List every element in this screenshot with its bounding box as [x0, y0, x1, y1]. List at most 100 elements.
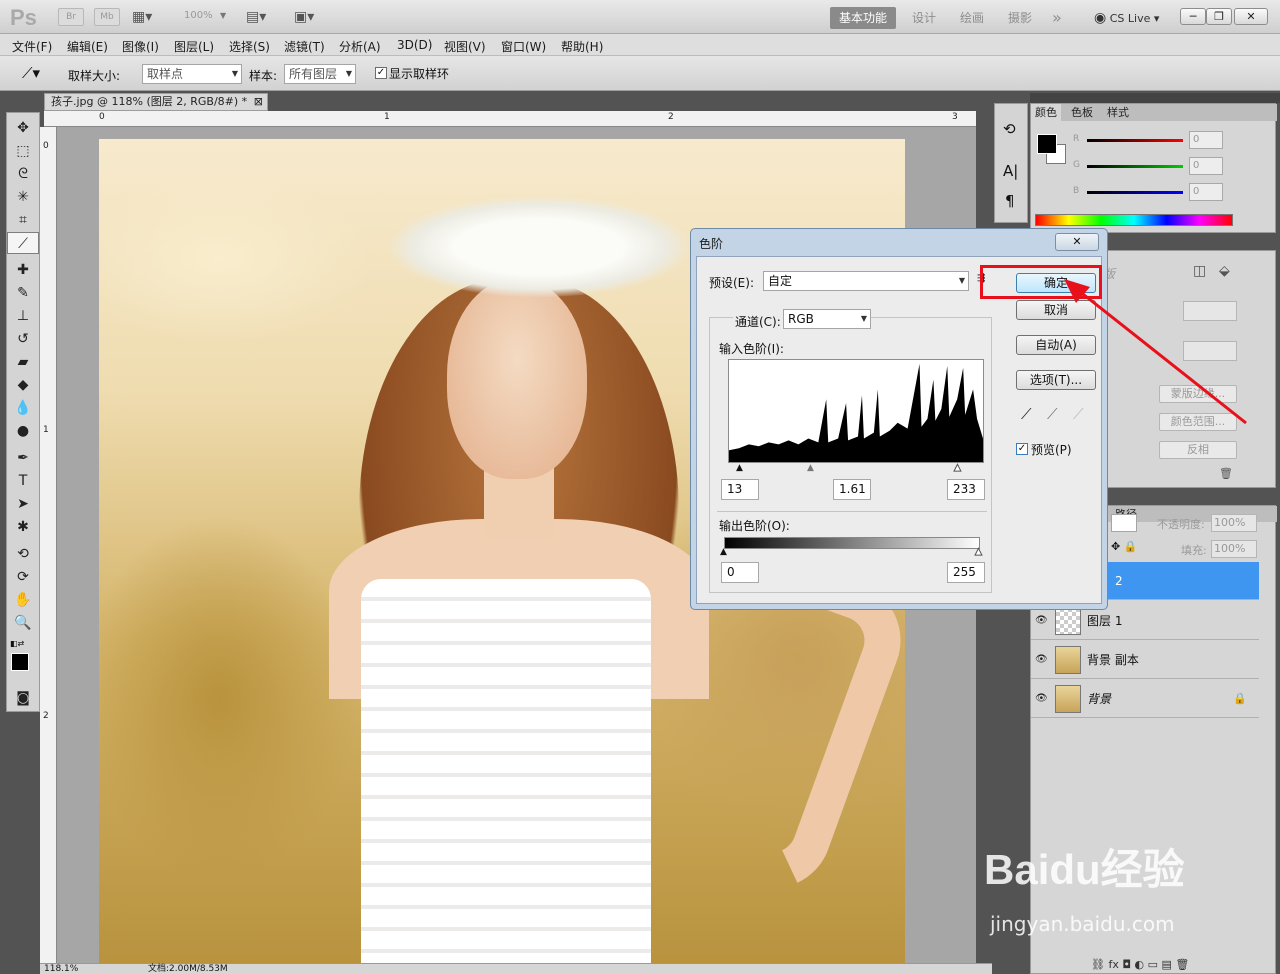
zoom-level[interactable]: 100%: [184, 10, 213, 21]
menu-select[interactable]: 选择(S): [229, 38, 270, 55]
history-panel-icon[interactable]: ⟲: [1003, 120, 1016, 138]
red-value[interactable]: 0: [1189, 131, 1223, 149]
blur-tool-icon[interactable]: 💧: [7, 397, 39, 419]
black-point-slider-handle[interactable]: ▲: [736, 463, 743, 473]
workspace-photography[interactable]: 摄影: [1008, 7, 1032, 29]
sample-select[interactable]: 所有图层 ▼: [284, 64, 356, 84]
red-slider[interactable]: [1087, 139, 1183, 142]
blend-mode-select[interactable]: [1111, 514, 1137, 532]
3d-rotate-tool-icon[interactable]: ⟲: [7, 543, 39, 565]
opacity-field[interactable]: 100%: [1211, 514, 1257, 532]
close-document-icon[interactable]: ⊠: [254, 94, 263, 110]
menu-file[interactable]: 文件(F): [12, 38, 52, 55]
dialog-close-button[interactable]: ✕: [1055, 233, 1099, 251]
menu-window[interactable]: 窗口(W): [501, 38, 546, 55]
menu-help[interactable]: 帮助(H): [561, 38, 603, 55]
tab-swatches[interactable]: 色板: [1067, 104, 1097, 121]
lasso-tool-icon[interactable]: ᘓ: [7, 163, 39, 185]
preview-checkbox[interactable]: ✓: [1016, 443, 1028, 455]
output-black-handle[interactable]: ▲: [720, 547, 727, 557]
history-brush-tool-icon[interactable]: ↺: [7, 328, 39, 350]
view-extras-icon[interactable]: ▦▾: [132, 8, 152, 26]
mini-bridge-button[interactable]: Mb: [94, 8, 120, 26]
more-workspaces-icon[interactable]: »: [1052, 7, 1062, 29]
menu-view[interactable]: 视图(V): [444, 38, 486, 55]
input-black-field[interactable]: 13: [721, 479, 759, 500]
visibility-eye-icon[interactable]: 👁: [1035, 641, 1051, 679]
channel-select[interactable]: RGB ▼: [783, 309, 871, 329]
eyedropper-tool-icon[interactable]: ⟋: [7, 232, 39, 254]
menu-image[interactable]: 图像(I): [122, 38, 159, 55]
zoom-tool-icon[interactable]: 🔍: [7, 612, 39, 634]
blue-value[interactable]: 0: [1189, 183, 1223, 201]
menu-layer[interactable]: 图层(L): [174, 38, 214, 55]
visibility-eye-icon[interactable]: 👁: [1035, 680, 1051, 718]
output-white-handle[interactable]: ▲: [975, 547, 983, 558]
status-doc-info[interactable]: 文档:2.00M/8.53M: [148, 964, 228, 974]
pen-tool-icon[interactable]: ✒: [7, 447, 39, 469]
eyedropper-preset-icon[interactable]: ⟋▾: [22, 64, 40, 82]
arrange-documents-icon[interactable]: ▤▾: [246, 8, 266, 26]
menu-analysis[interactable]: 分析(A): [339, 38, 381, 55]
layer-row[interactable]: 👁 背景 副本: [1031, 641, 1259, 679]
crop-tool-icon[interactable]: ⌗: [7, 209, 39, 231]
tab-color[interactable]: 颜色: [1031, 104, 1061, 121]
workspace-essentials[interactable]: 基本功能: [830, 7, 896, 29]
paragraph-panel-icon[interactable]: ¶: [1005, 192, 1015, 210]
green-value[interactable]: 0: [1189, 157, 1223, 175]
eraser-tool-icon[interactable]: ▰: [7, 351, 39, 373]
blue-slider[interactable]: [1087, 191, 1183, 194]
status-zoom[interactable]: 118.1%: [44, 964, 78, 974]
menu-filter[interactable]: 滤镜(T): [284, 38, 325, 55]
character-panel-icon[interactable]: A|: [1003, 162, 1018, 180]
output-white-field[interactable]: 255: [947, 562, 985, 583]
document-tab[interactable]: 孩子.jpg @ 118% (图层 2, RGB/8#) * ⊠: [44, 93, 268, 111]
move-tool-icon[interactable]: ✥: [7, 117, 39, 139]
screen-mode-icon[interactable]: ▣▾: [294, 8, 314, 26]
bridge-button[interactable]: Br: [58, 8, 84, 26]
menu-edit[interactable]: 编辑(E): [67, 38, 108, 55]
cs-live-button[interactable]: ◉ CS Live ▾: [1094, 7, 1159, 29]
zoom-dropdown-icon[interactable]: ▼: [220, 11, 226, 20]
invert-button[interactable]: 反相: [1159, 441, 1237, 459]
healing-brush-tool-icon[interactable]: ✚: [7, 259, 39, 281]
black-eyedropper-icon[interactable]: ⟋: [1021, 405, 1032, 423]
show-ring-checkbox[interactable]: ✓: [375, 67, 387, 79]
menu-3d[interactable]: 3D(D): [397, 38, 432, 52]
color-foreground-swatch[interactable]: [1037, 134, 1057, 154]
default-colors-icon[interactable]: ◧⇄: [10, 639, 24, 648]
dodge-tool-icon[interactable]: ●: [7, 420, 39, 442]
close-window-button[interactable]: ✕: [1234, 8, 1268, 25]
tab-styles[interactable]: 样式: [1103, 104, 1133, 121]
trash-icon[interactable]: 🗑: [1219, 467, 1233, 480]
clone-stamp-tool-icon[interactable]: ⊥: [7, 305, 39, 327]
output-black-field[interactable]: 0: [721, 562, 759, 583]
paint-bucket-tool-icon[interactable]: ◆: [7, 374, 39, 396]
green-slider[interactable]: [1087, 165, 1183, 168]
workspace-design[interactable]: 设计: [912, 7, 936, 29]
brush-tool-icon[interactable]: ✎: [7, 282, 39, 304]
white-point-slider-handle[interactable]: ▲: [954, 463, 962, 474]
layer-row[interactable]: 👁 背景 🔒: [1031, 680, 1259, 718]
preset-select[interactable]: 自定 ▼: [763, 271, 969, 291]
minimize-button[interactable]: ─: [1180, 8, 1206, 25]
restore-button[interactable]: ❐: [1206, 8, 1232, 25]
magic-wand-tool-icon[interactable]: ✳: [7, 186, 39, 208]
gamma-slider-handle[interactable]: ▲: [807, 463, 814, 473]
gray-eyedropper-icon[interactable]: ⟋: [1047, 405, 1058, 423]
fill-field[interactable]: 100%: [1211, 540, 1257, 558]
layers-footer-icons[interactable]: ⛓ fx ◘ ◐ ▭ ▤ 🗑: [1091, 958, 1189, 971]
hand-tool-icon[interactable]: ✋: [7, 589, 39, 611]
input-gamma-field[interactable]: 1.61: [833, 479, 871, 500]
lock-icons[interactable]: ✥ 🔒: [1111, 540, 1137, 553]
color-spectrum-bar[interactable]: [1035, 214, 1233, 226]
shape-tool-icon[interactable]: ✱: [7, 516, 39, 538]
input-white-field[interactable]: 233: [947, 479, 985, 500]
workspace-painting[interactable]: 绘画: [960, 7, 984, 29]
marquee-tool-icon[interactable]: ⬚: [7, 140, 39, 162]
3d-orbit-tool-icon[interactable]: ⟳: [7, 566, 39, 588]
foreground-color-swatch[interactable]: [11, 653, 29, 671]
type-tool-icon[interactable]: T: [7, 470, 39, 492]
sample-size-select[interactable]: 取样点 ▼: [142, 64, 242, 84]
quick-mask-icon[interactable]: ◙: [7, 687, 39, 709]
